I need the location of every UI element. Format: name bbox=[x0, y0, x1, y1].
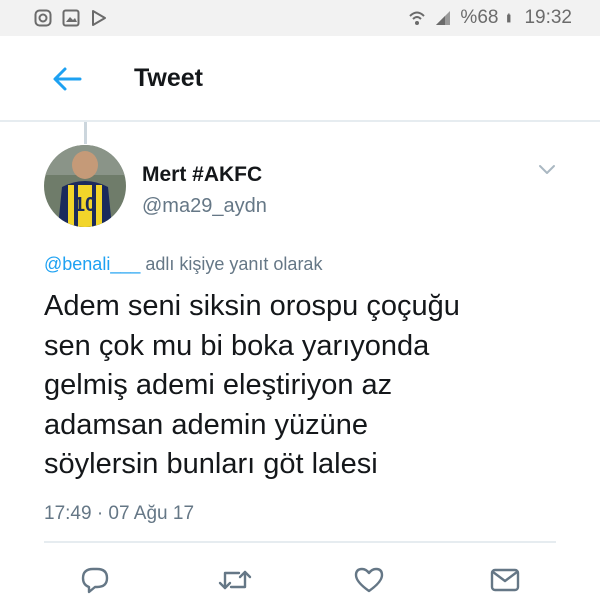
divider bbox=[44, 541, 556, 543]
status-bar: %68 19:32 bbox=[0, 0, 600, 36]
author-name[interactable]: Mert #AKFC bbox=[142, 163, 262, 187]
signal-icon bbox=[436, 11, 451, 25]
play-store-icon bbox=[92, 10, 106, 26]
chevron-down-icon[interactable] bbox=[537, 163, 557, 177]
tweet-text: Adem seni siksin orospu çoçuğu sen çok m… bbox=[44, 290, 460, 480]
wifi-icon bbox=[409, 11, 426, 25]
back-arrow-icon[interactable] bbox=[52, 66, 82, 92]
battery-percent: %68 bbox=[460, 7, 499, 28]
page-title: Tweet bbox=[134, 64, 203, 92]
author-handle[interactable]: @ma29_aydn bbox=[142, 195, 267, 218]
instagram-icon bbox=[34, 9, 52, 27]
retweet-icon bbox=[218, 570, 252, 590]
message-button[interactable] bbox=[490, 566, 520, 594]
reply-context: @benali___ adlı kişiye yanıt olarak bbox=[44, 254, 322, 275]
retweet-button[interactable] bbox=[218, 566, 252, 594]
status-left-icons bbox=[34, 9, 108, 27]
svg-text:10: 10 bbox=[74, 194, 96, 216]
reply-context-text: adlı kişiye yanıt olarak bbox=[140, 254, 323, 274]
thread-connector bbox=[84, 122, 87, 144]
avatar-image: 10 bbox=[44, 145, 126, 227]
reply-button[interactable] bbox=[80, 566, 110, 594]
header: Tweet bbox=[0, 36, 600, 122]
status-right-icons: %68 19:32 bbox=[408, 7, 572, 29]
message-icon bbox=[490, 568, 520, 592]
tweet-timestamp[interactable]: 17:49 · 07 Ağu 17 bbox=[44, 503, 194, 525]
like-icon bbox=[354, 567, 384, 593]
avatar[interactable]: 10 bbox=[44, 145, 126, 227]
battery-icon bbox=[507, 13, 511, 23]
clock: 19:32 bbox=[524, 7, 572, 28]
reply-icon bbox=[81, 567, 109, 594]
reply-mention-link[interactable]: @benali___ bbox=[44, 254, 140, 274]
like-button[interactable] bbox=[354, 566, 384, 594]
gallery-icon bbox=[62, 9, 80, 27]
